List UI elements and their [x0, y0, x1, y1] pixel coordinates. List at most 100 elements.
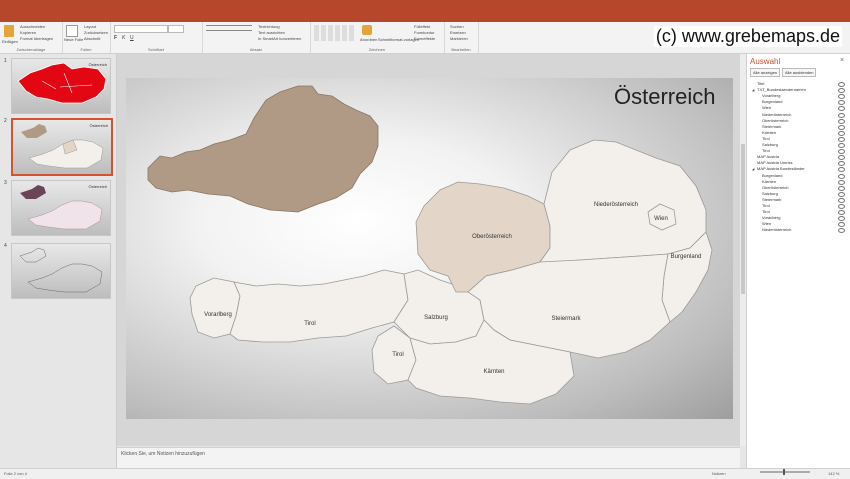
- visibility-eye-icon[interactable]: [838, 124, 845, 130]
- new-slide-icon[interactable]: [66, 25, 78, 37]
- slide-title[interactable]: Österreich: [614, 84, 715, 110]
- show-all-button[interactable]: Alle anzeigen: [750, 68, 781, 77]
- visibility-eye-icon[interactable]: [838, 204, 845, 209]
- selection-item[interactable]: Niederösterreich: [762, 112, 791, 118]
- paste-icon[interactable]: [4, 25, 14, 37]
- selection-item[interactable]: Steiermark: [762, 124, 781, 130]
- visibility-eye-icon[interactable]: [838, 173, 845, 179]
- notes-pane[interactable]: Klicken Sie, um Notizen hinzuzufügen: [117, 447, 740, 469]
- slides-group-label: Folien: [80, 47, 92, 52]
- visibility-eye-icon[interactable]: [838, 191, 845, 197]
- status-bar: Folie 2 von 4 Notizen 142 %: [0, 468, 850, 479]
- visibility-eye-icon[interactable]: [838, 136, 845, 142]
- text-direction-button[interactable]: Textrichtung: [258, 24, 280, 29]
- reset-button[interactable]: Zurücksetzen: [84, 30, 108, 35]
- selection-item[interactable]: Steiermark: [762, 197, 781, 203]
- selection-item[interactable]: Vorarlberg: [762, 215, 780, 221]
- visibility-eye-icon[interactable]: [838, 179, 845, 185]
- visibility-eye-icon[interactable]: [838, 82, 845, 87]
- font-group-label: Schriftart: [147, 47, 164, 52]
- selection-item[interactable]: MAP Austria Bundesländer: [757, 166, 805, 172]
- close-icon[interactable]: ×: [840, 57, 844, 64]
- slide-thumbnails-pane: 1 Österreich 2 Österreich 3 Österreich 4: [0, 54, 117, 468]
- expand-arrow-icon[interactable]: ◢: [752, 166, 754, 172]
- slide-thumbnail-4[interactable]: [11, 243, 111, 299]
- arrange-icon[interactable]: [362, 25, 372, 35]
- selection-item[interactable]: Wien: [762, 105, 771, 111]
- selection-item[interactable]: Niederösterreich: [762, 227, 791, 233]
- slide-thumbnail-3[interactable]: Österreich: [11, 180, 111, 236]
- paste-button[interactable]: Einfügen: [2, 39, 18, 44]
- layout-button[interactable]: Layout: [84, 24, 96, 29]
- selection-item[interactable]: Wien: [762, 221, 771, 227]
- drawing-group: Anordnen Schnellformat-vorlagen Fülleffe…: [310, 22, 445, 53]
- slide-thumbnail-1[interactable]: Österreich: [11, 58, 111, 114]
- new-slide-button[interactable]: Neue Folie: [64, 37, 83, 42]
- slide-thumbnail-2[interactable]: Österreich: [11, 118, 113, 176]
- font-family-select[interactable]: [114, 25, 168, 33]
- visibility-eye-icon[interactable]: [838, 118, 845, 124]
- shapes-gallery[interactable]: [314, 25, 356, 41]
- selection-item[interactable]: Oberösterreich: [762, 118, 788, 124]
- list-icons[interactable]: [206, 25, 252, 31]
- selection-item[interactable]: Tirol: [762, 203, 770, 209]
- zoom-slider[interactable]: [760, 471, 810, 473]
- selection-item[interactable]: Oberösterreich: [762, 185, 788, 191]
- selection-item[interactable]: Kärnten: [762, 179, 776, 185]
- selection-item[interactable]: Titel: [757, 81, 764, 87]
- slides-group: Neue Folie Layout Zurücksetzen Abschnitt…: [62, 22, 111, 53]
- austria-map: Vorarlberg Tirol Salzburg Oberösterreich…: [147, 85, 713, 405]
- selection-item[interactable]: Tirol: [762, 148, 770, 154]
- format-painter-button[interactable]: Format übertragen: [20, 36, 53, 41]
- copy-button[interactable]: Kopieren: [20, 30, 36, 35]
- underline-icon[interactable]: U: [130, 35, 134, 41]
- label-niederoesterreich: Niederösterreich: [594, 202, 638, 208]
- selection-item[interactable]: Salzburg: [762, 191, 778, 197]
- expand-arrow-icon[interactable]: ◢: [752, 87, 754, 93]
- font-size-select[interactable]: [168, 25, 184, 33]
- selection-item[interactable]: Salzburg: [762, 142, 778, 148]
- zoom-level[interactable]: 142 %: [828, 471, 839, 476]
- align-text-button[interactable]: Text ausrichten: [258, 30, 285, 35]
- selection-item[interactable]: MAP Austria: [757, 154, 779, 160]
- replace-button[interactable]: Ersetzen: [450, 30, 466, 35]
- selection-item[interactable]: TXT_Bundeslaendernamen: [757, 87, 806, 93]
- visibility-eye-icon[interactable]: [838, 143, 845, 148]
- visibility-eye-icon[interactable]: [838, 112, 845, 118]
- outline-button[interactable]: Formkontur: [414, 30, 434, 35]
- italic-icon[interactable]: K: [122, 35, 125, 41]
- bold-icon[interactable]: F: [114, 35, 117, 41]
- hide-all-button[interactable]: Alle ausblenden: [782, 68, 817, 77]
- find-button[interactable]: Suchen: [450, 24, 464, 29]
- selection-item[interactable]: Vorarlberg: [762, 93, 780, 99]
- editing-group: Suchen Ersetzen Markieren Bearbeiten: [444, 22, 479, 53]
- selection-item[interactable]: MAP Austria Umriss: [757, 160, 793, 166]
- cut-button[interactable]: Ausschneiden: [20, 24, 45, 29]
- label-wien: Wien: [654, 216, 668, 222]
- section-button[interactable]: Abschnitt: [84, 36, 100, 41]
- smartart-button[interactable]: In SmartArt konvertieren: [258, 36, 301, 41]
- selection-item[interactable]: Burgenland: [762, 173, 782, 179]
- notes-placeholder[interactable]: Klicken Sie, um Notizen hinzuzufügen: [121, 451, 205, 457]
- selection-item[interactable]: Kärnten: [762, 130, 776, 136]
- thumbnail-3-map: [20, 185, 103, 230]
- selection-item[interactable]: Tirol: [762, 209, 770, 215]
- state-niederoesterreich: [539, 139, 707, 263]
- select-button[interactable]: Markieren: [450, 36, 468, 41]
- visibility-eye-icon[interactable]: [838, 130, 845, 136]
- visibility-eye-icon[interactable]: [838, 185, 845, 191]
- scrollbar-thumb[interactable]: [741, 144, 745, 294]
- arrange-button[interactable]: Anordnen: [360, 37, 377, 42]
- label-burgenland: Burgenland: [671, 254, 702, 260]
- fill-button[interactable]: Fülleffekt: [414, 24, 430, 29]
- visibility-eye-icon[interactable]: [838, 197, 845, 203]
- quick-styles-button[interactable]: Schnellformat-vorlagen: [378, 37, 419, 42]
- effects-button[interactable]: Formeffekte: [414, 36, 435, 41]
- notes-button[interactable]: Notizen: [712, 471, 726, 476]
- zoom-slider-knob[interactable]: [783, 469, 785, 475]
- slide[interactable]: Vorarlberg Tirol Salzburg Oberösterreich…: [126, 78, 733, 419]
- selection-item[interactable]: Burgenland: [762, 99, 782, 105]
- title-bar: [0, 0, 850, 22]
- watermark: (c) www.grebemaps.de: [653, 26, 842, 47]
- selection-item[interactable]: Tirol: [762, 136, 770, 142]
